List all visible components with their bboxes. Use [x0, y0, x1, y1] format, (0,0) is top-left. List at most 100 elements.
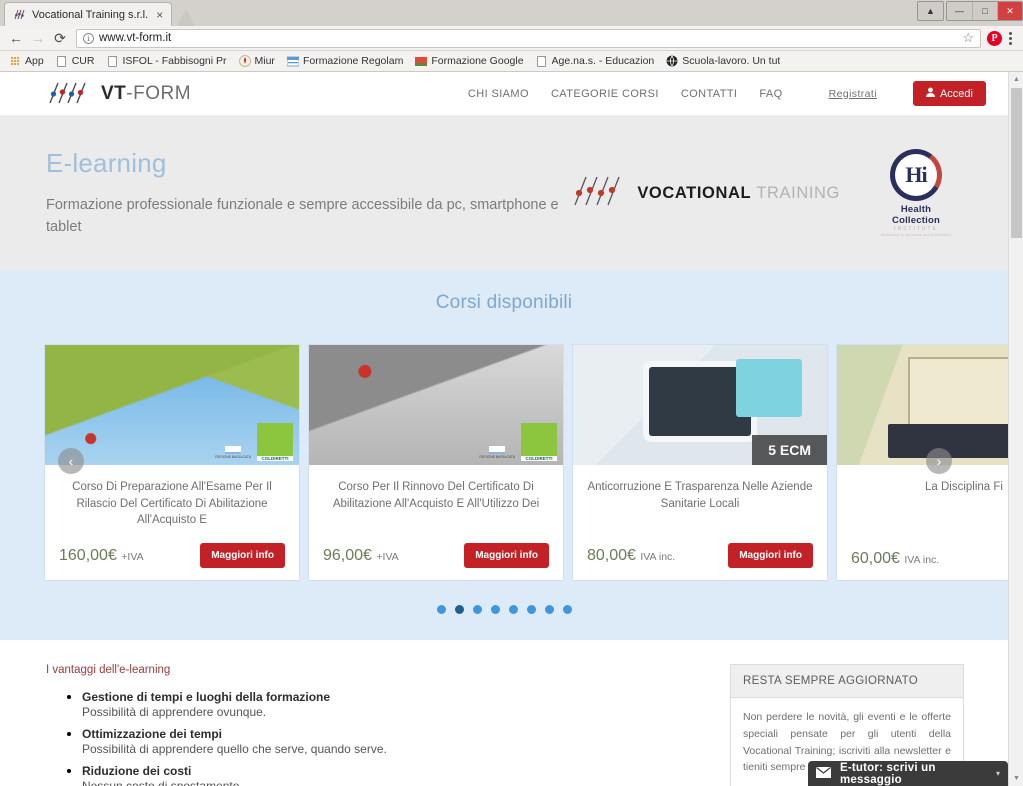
course-price-value: 96,00€ [323, 546, 372, 564]
maximize-button[interactable]: □ [972, 2, 997, 20]
course-card[interactable]: 5 ECM Anticorruzione E Trasparenza Nelle… [572, 344, 828, 581]
browser-toolbar: ← → ⟳ i www.vt-form.it ☆ P [0, 26, 1023, 51]
carousel-next-icon[interactable]: › [926, 448, 952, 474]
vocational-training-logo: VOCATIONAL TRAINING [571, 174, 840, 213]
course-info-button[interactable]: Maggiori info [464, 543, 549, 568]
hc-logo-sub: INSTITUTE [894, 226, 938, 232]
window-close-button[interactable]: ✕ [997, 2, 1022, 20]
vt-slashes-icon [46, 82, 92, 105]
courses-heading: Corsi disponibili [435, 292, 573, 313]
laptop-spreadsheet-photo [837, 345, 1008, 465]
coldiretti-label: COLDIRETTI [521, 456, 557, 461]
course-card-body: Anticorruzione E Trasparenza Nelle Azien… [573, 465, 827, 580]
regione-basilicata-logo: REGIONE BASILICATA [215, 446, 251, 459]
regione-basilicata-logo: REGIONE BASILICATA [479, 446, 515, 459]
bookmark-agenas[interactable]: Age.na.s. - Educazion [531, 54, 662, 68]
forward-icon[interactable]: → [28, 28, 48, 48]
advantages-heading: I vantaggi dell'e-learning [46, 664, 171, 676]
carousel-dot-2[interactable] [454, 605, 464, 614]
etutor-chat-bar[interactable]: E-tutor: scrivi un messaggio ▾ [808, 761, 1008, 786]
courses-section: Corsi disponibili ‹ › REGIONE BASILICATA… [0, 270, 1008, 640]
site-info-icon[interactable]: i [83, 32, 94, 44]
register-link[interactable]: Registrati [829, 88, 877, 100]
pinterest-extension-icon[interactable]: P [987, 30, 1002, 46]
browser-tab[interactable]: Vocational Training s.r.l. × [4, 2, 173, 26]
bookmark-scuola-lavoro[interactable]: Scuola-lavoro. Un tut [661, 54, 787, 68]
back-icon[interactable]: ← [6, 28, 26, 48]
user-avatar-icon[interactable]: ▲ [918, 2, 943, 20]
vt-logo-bold: VOCATIONAL [637, 183, 752, 202]
courses-carousel: ‹ › REGIONE BASILICATA COLDIRETTI Corso … [0, 344, 1008, 581]
course-title: Anticorruzione E Trasparenza Nelle Azien… [587, 481, 813, 510]
bookmark-star-icon[interactable]: ☆ [962, 30, 974, 46]
scroll-up-icon[interactable]: ▲ [1009, 72, 1023, 87]
hero-title: E-learning [46, 148, 167, 179]
user-switch-group: ▲ [917, 1, 944, 21]
course-card[interactable]: La Disciplina Fi 60,00€ IVA inc. [836, 344, 1008, 581]
brand-text: VT-FORM [101, 83, 191, 105]
window-controls: ▲ — □ ✕ [917, 1, 1023, 21]
course-card[interactable]: REGIONE BASILICATA COLDIRETTI Corso Per … [308, 344, 564, 581]
bookmark-formazione-regolam[interactable]: Formazione Regolam [282, 54, 410, 68]
window-buttons-group: — □ ✕ [946, 1, 1023, 21]
minimize-button[interactable]: — [947, 2, 972, 20]
tab-close-icon[interactable]: × [154, 9, 165, 21]
course-card-footer: 60,00€ IVA inc. [851, 550, 1008, 568]
address-bar[interactable]: i www.vt-form.it ☆ [76, 28, 981, 48]
page-scrollbar[interactable]: ▲ ▼ [1008, 72, 1023, 786]
vt-slashes-icon [571, 174, 627, 213]
kebab-menu-icon[interactable] [1004, 31, 1017, 45]
advantage-desc: Nessun costo di spostamento. [82, 779, 243, 786]
tab-title: Vocational Training s.r.l. [32, 8, 149, 21]
reload-icon[interactable]: ⟳ [50, 28, 70, 48]
nav-item-chi-siamo[interactable]: CHI SIAMO [468, 88, 529, 100]
wheat-ladybug-bw-photo: REGIONE BASILICATA COLDIRETTI [309, 345, 563, 465]
carousel-dot-8[interactable] [562, 605, 572, 614]
scrollbar-thumb[interactable] [1011, 88, 1022, 238]
etutor-chat-label: E-tutor: scrivi un messaggio [840, 761, 936, 786]
bookmark-label: Formazione Google [431, 55, 524, 67]
site-logo[interactable]: VT-FORM [46, 82, 191, 105]
carousel-dot-1[interactable] [436, 605, 446, 614]
carousel-dot-3[interactable] [472, 605, 482, 614]
hc-logo-tagline: dedicated to wellness and prevention [881, 233, 951, 237]
course-price-vat: IVA inc. [904, 554, 940, 566]
carousel-dot-6[interactable] [526, 605, 536, 614]
bookmark-apps[interactable]: App [4, 54, 51, 68]
bookmark-miur[interactable]: Miur [234, 54, 282, 68]
nav-item-contatti[interactable]: CONTATTI [681, 88, 738, 100]
course-info-button[interactable]: Maggiori info [200, 543, 285, 568]
chevron-down-icon[interactable]: ▾ [996, 769, 1000, 778]
bookmark-label: Age.na.s. - Educazion [551, 55, 655, 67]
carousel-dot-7[interactable] [544, 605, 554, 614]
hc-logo-name: Health Collection [892, 204, 940, 226]
bookmark-label: CUR [71, 55, 95, 67]
scroll-down-icon[interactable]: ▼ [1009, 771, 1023, 786]
newsletter-heading: RESTA SEMPRE AGGIORNATO [731, 665, 963, 698]
course-price: 80,00€ IVA inc. [587, 547, 675, 565]
carousel-dot-5[interactable] [508, 605, 518, 614]
course-price-value: 60,00€ [851, 550, 900, 567]
ecm-badge: 5 ECM [752, 435, 827, 465]
nav-item-faq[interactable]: FAQ [759, 88, 782, 100]
tab-strip: Vocational Training s.r.l. × ▲ — □ ✕ [0, 0, 1023, 26]
login-button-label: Accedi [939, 87, 973, 100]
bookmark-formazione-google[interactable]: Formazione Google [410, 54, 530, 68]
course-price-vat: +IVA [376, 550, 399, 563]
course-title: Corso Per Il Rinnovo Del Certificato Di … [332, 481, 540, 510]
apps-grid-icon [9, 55, 21, 67]
new-tab-button[interactable] [174, 8, 200, 26]
bookmark-cur[interactable]: CUR [51, 54, 102, 68]
hc-monogram-icon [890, 149, 942, 201]
login-button[interactable]: Accedi [912, 81, 986, 106]
nav-item-categorie-corsi[interactable]: CATEGORIE CORSI [551, 88, 659, 100]
hero-text: E-learning Formazione professionale funz… [46, 148, 571, 237]
carousel-prev-icon[interactable]: ‹ [58, 448, 84, 474]
advantage-title: Ottimizzazione dei tempi [82, 727, 223, 741]
url-text: www.vt-form.it [99, 32, 172, 44]
course-info-button[interactable]: Maggiori info [728, 543, 813, 568]
carousel-dot-4[interactable] [490, 605, 500, 614]
bookmark-isfol[interactable]: ISFOL - Fabbisogni Pr [101, 54, 233, 68]
advantage-desc: Possibilità di apprendere quello che ser… [82, 742, 387, 756]
bookmark-label: App [25, 55, 44, 67]
